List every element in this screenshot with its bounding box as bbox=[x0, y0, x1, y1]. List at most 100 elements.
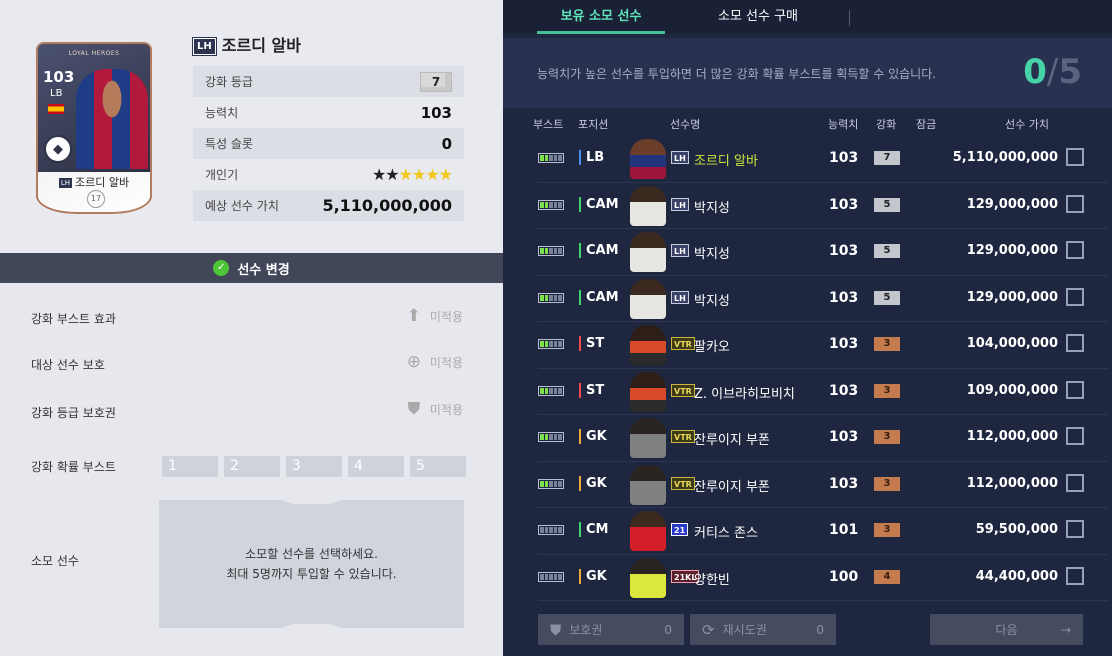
stat-ovr: 능력치 103 bbox=[205, 103, 452, 122]
row-ovr: 103 bbox=[829, 196, 859, 213]
sacrifice-list: LB LH 조르디 알바 103 7 5,110,000,000 CAM LH 박지성 103 5 1… bbox=[538, 136, 1108, 601]
table-row[interactable]: GK 21KL 양한빈 100 4 44,400,000 bbox=[538, 555, 1108, 601]
row-player-name: 잔루이지 부폰 bbox=[694, 433, 770, 448]
protect-value[interactable]: ⊕ 미적용 bbox=[404, 352, 463, 372]
boost-effect-value[interactable]: ⬆ 미적용 bbox=[404, 306, 463, 326]
season-badge: LH bbox=[671, 197, 689, 211]
row-level: 3 bbox=[874, 383, 900, 398]
row-value: 44,400,000 bbox=[975, 568, 1058, 584]
row-position: CAM bbox=[579, 289, 619, 305]
retry-ticket-button[interactable]: ⟳ 재시도권 0 bbox=[690, 614, 836, 645]
row-level: 4 bbox=[874, 569, 900, 584]
table-row[interactable]: LB LH 조르디 알바 103 7 5,110,000,000 bbox=[538, 136, 1108, 183]
protect-ticket-button[interactable]: ⛊ 보호권 0 bbox=[538, 614, 684, 645]
boost-effect-label: 강화 부스트 효과 bbox=[31, 312, 116, 326]
shield-icon: ⛊ bbox=[407, 399, 421, 419]
row-player-name: 팔카오 bbox=[694, 340, 730, 355]
table-row[interactable]: ST VTR 팔카오 103 3 104,000,000 bbox=[538, 322, 1108, 369]
tab-buy-sacrifice[interactable]: 소모 선수 구매 bbox=[683, 0, 833, 34]
player-summary: LOYAL HEROES 103 LB ◆ 7 LH조르디 알바 17 LH조르… bbox=[0, 0, 503, 253]
stat-trait-slots: 특성 슬롯 0 bbox=[193, 128, 464, 159]
season-badge: LH bbox=[192, 37, 217, 56]
grade-protect-value[interactable]: ⛊ 미적용 bbox=[404, 399, 464, 419]
row-player-name: Z. 이브라히모비치 bbox=[694, 386, 795, 402]
col-level: 강화 bbox=[876, 118, 897, 131]
sacrifice-dropzone[interactable]: 소모할 선수를 선택하세요. 최대 5명까지 투입할 수 있습니다. bbox=[159, 500, 464, 628]
row-player-name: 박지성 bbox=[694, 293, 730, 309]
probability-boost-slots: 1 2 3 4 5 bbox=[162, 456, 466, 477]
player-face bbox=[630, 185, 666, 226]
sacrifice-label: 소모 선수 bbox=[31, 554, 79, 568]
row-value: 104,000,000 bbox=[966, 336, 1058, 351]
boost-slot: 5 bbox=[410, 456, 466, 477]
card-player-name: LH 조르디 알바 bbox=[58, 176, 130, 189]
table-row[interactable]: CAM LH 박지성 103 5 129,000,000 bbox=[538, 229, 1108, 276]
row-checkbox[interactable] bbox=[1066, 427, 1084, 445]
row-player-name: 박지성 bbox=[694, 247, 730, 262]
row-position: CAM bbox=[579, 196, 619, 212]
row-checkbox[interactable] bbox=[1066, 380, 1084, 399]
table-row[interactable]: GK VTR 잔루이지 부폰 103 3 112,000,000 bbox=[538, 462, 1108, 508]
info-banner: 능력치가 높은 선수를 투입하면 더 많은 강화 확률 부스트를 획득할 수 있… bbox=[503, 38, 1112, 108]
player-face bbox=[630, 418, 666, 458]
col-locked: 잠금 bbox=[916, 118, 937, 131]
row-level: 7 bbox=[874, 151, 900, 165]
row-position: ST bbox=[579, 336, 604, 351]
change-player-button[interactable]: ✓ 선수 변경 bbox=[0, 253, 503, 283]
season-badge: VTR bbox=[671, 476, 695, 490]
col-ovr: 능력치 bbox=[828, 118, 859, 131]
tab-owned-sacrifice[interactable]: 보유 소모 선수 bbox=[537, 0, 665, 34]
player-face bbox=[630, 557, 666, 598]
season-badge: LH bbox=[671, 290, 689, 304]
table-row[interactable]: GK VTR 잔루이지 부폰 103 3 112,000,000 bbox=[538, 415, 1108, 462]
row-position: CAM bbox=[579, 243, 619, 258]
boost-meter bbox=[538, 432, 564, 442]
row-value: 129,000,000 bbox=[966, 243, 1058, 258]
boost-meter bbox=[538, 153, 564, 163]
row-level: 3 bbox=[874, 337, 900, 351]
boost-meter bbox=[538, 199, 564, 210]
player-stats: 강화 등급 7 능력치 103 특성 슬롯 0 개인기 ★★★★★★ 예상 선수 가치 5… bbox=[193, 66, 464, 221]
row-level: 3 bbox=[874, 430, 900, 444]
col-value: 선수 가치 bbox=[1005, 118, 1049, 131]
chevron-down-icon: ✓ bbox=[213, 260, 230, 276]
season-badge: VTR bbox=[671, 383, 695, 397]
row-value: 129,000,000 bbox=[966, 289, 1058, 305]
row-checkbox[interactable] bbox=[1066, 520, 1084, 538]
row-value: 5,110,000,000 bbox=[952, 150, 1058, 165]
arrow-up-icon: ⬆ bbox=[406, 306, 421, 326]
stat-upgrade-grade: 강화 등급 7 bbox=[193, 66, 464, 97]
row-checkbox[interactable] bbox=[1066, 473, 1084, 492]
stat-skill-moves: 개인기 ★★★★★★ bbox=[205, 165, 453, 184]
upgrade-panel: LOYAL HEROES 103 LB ◆ 7 LH조르디 알바 17 LH조르… bbox=[0, 0, 503, 656]
row-player-name: 조르디 알바 bbox=[694, 154, 758, 169]
boost-slot: 2 bbox=[224, 456, 280, 477]
row-level: 5 bbox=[874, 244, 900, 258]
table-row[interactable]: CAM LH 박지성 103 5 129,000,000 bbox=[538, 276, 1108, 322]
table-row[interactable]: CM 21 커티스 존스 101 3 59,500,000 bbox=[538, 508, 1108, 555]
player-face bbox=[630, 278, 666, 319]
row-checkbox[interactable] bbox=[1066, 194, 1084, 213]
table-row[interactable]: CAM LH 박지성 103 5 129,000,000 bbox=[538, 183, 1108, 229]
row-checkbox[interactable] bbox=[1066, 334, 1084, 352]
boost-slot: 3 bbox=[286, 456, 342, 477]
row-checkbox[interactable] bbox=[1066, 566, 1084, 585]
row-ovr: 103 bbox=[829, 289, 859, 306]
boost-slot: 1 bbox=[162, 456, 218, 477]
tab-bar: 보유 소모 선수 소모 선수 구매 bbox=[503, 0, 1112, 34]
row-checkbox[interactable] bbox=[1066, 148, 1084, 166]
sacrifice-panel: 보유 소모 선수 소모 선수 구매 능력치가 높은 선수를 투입하면 더 많은 … bbox=[503, 0, 1112, 656]
probability-boost-label: 강화 확률 부스트 bbox=[31, 460, 116, 474]
row-checkbox[interactable] bbox=[1066, 241, 1084, 259]
next-button[interactable]: 다음 → bbox=[930, 614, 1083, 645]
col-name: 선수명 bbox=[670, 118, 701, 131]
card-number: 17 bbox=[87, 190, 105, 208]
shield-icon: ⛊ bbox=[550, 620, 562, 639]
row-position: LB bbox=[579, 150, 604, 165]
row-ovr: 103 bbox=[829, 475, 859, 492]
row-checkbox[interactable] bbox=[1066, 287, 1084, 306]
row-value: 109,000,000 bbox=[966, 382, 1058, 398]
player-face bbox=[630, 325, 666, 365]
row-level: 3 bbox=[874, 523, 900, 537]
table-row[interactable]: ST VTR Z. 이브라히모비치 103 3 109,000,000 bbox=[538, 369, 1108, 415]
